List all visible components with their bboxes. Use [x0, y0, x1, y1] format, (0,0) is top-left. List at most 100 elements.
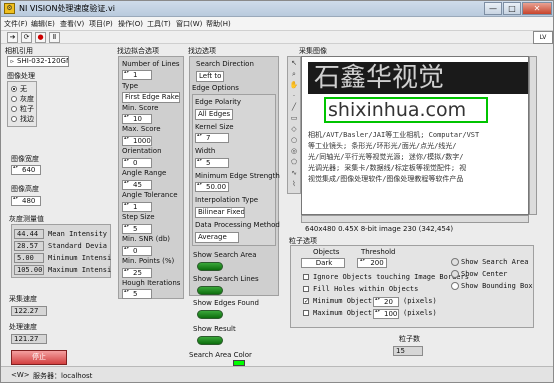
width-input[interactable]: 5 — [195, 158, 229, 168]
threshold-input[interactable]: 200 — [357, 258, 387, 268]
gray-max-value: 105.00 — [14, 265, 44, 275]
field-min-points-input[interactable]: 25 — [122, 268, 152, 278]
pause-icon[interactable]: Ⅱ — [49, 32, 60, 43]
menu-operate[interactable]: 操作(O) — [118, 19, 143, 29]
image-vertical-scrollbar[interactable] — [529, 56, 537, 215]
min-edge-strength-label: Minimum Edge Strength — [195, 172, 280, 180]
field-angle-tolerance-input[interactable]: 1 — [122, 202, 152, 212]
field-number-of-lines-input[interactable]: 1 — [122, 70, 152, 80]
radio-none-label: 无 — [20, 85, 27, 93]
search-direction-select[interactable]: Left to — [196, 71, 224, 82]
show-result-toggle[interactable] — [197, 336, 223, 345]
image-height-input[interactable]: 480 — [11, 196, 41, 206]
run-arrow-icon[interactable]: ➔ — [7, 32, 18, 43]
camera-label: 相机引用 — [5, 47, 33, 55]
find-options-cluster: Search Direction Left to Edge Options Ed… — [189, 56, 280, 296]
min-edge-strength-input[interactable]: 50.00 — [195, 182, 229, 192]
maximize-button[interactable]: □ — [503, 2, 521, 15]
max-size-input[interactable]: 100 — [373, 309, 399, 319]
menu-edit[interactable]: 编辑(E) — [31, 19, 55, 29]
zoom-tool-icon[interactable]: ⌕ — [289, 70, 299, 80]
field-min-snr-input[interactable]: 0 — [122, 246, 152, 256]
server-label: 服务器：localhost — [33, 372, 93, 380]
show-search-area-toggle[interactable] — [197, 262, 223, 271]
show-result-label: Show Result — [193, 325, 236, 333]
show-search-area-led[interactable] — [451, 258, 459, 266]
radio-none[interactable] — [11, 86, 17, 92]
menu-window[interactable]: 窗口(W) — [176, 19, 202, 29]
field-max-score-input[interactable]: 1000 — [122, 136, 152, 146]
show-edges-found-label: Show Edges Found — [193, 299, 259, 307]
menu-tools[interactable]: 工具(T) — [147, 19, 171, 29]
status-bar: <W> 服务器：localhost — [1, 366, 553, 382]
search-direction-label: Search Direction — [196, 60, 254, 68]
image-width-input[interactable]: 640 — [11, 165, 41, 175]
image-horizontal-scrollbar[interactable] — [301, 215, 529, 223]
vi-icon: LV — [533, 31, 553, 44]
field-step-size-input[interactable]: 5 — [122, 224, 152, 234]
rotated-rect-tool-icon[interactable]: ◇ — [289, 125, 299, 135]
objects-label: Objects — [313, 248, 340, 256]
menu-help[interactable]: 帮助(H) — [206, 19, 231, 29]
particle-options-cluster: Objects Dark Threshold 200 Ignore Object… — [290, 245, 534, 328]
field-hough-iterations-input[interactable]: 5 — [122, 289, 152, 299]
image-tool-palette: ↖ ⌕ ✋ · ╱ ▭ ◇ ○ ◎ ⬠ ∿ ⌇ — [287, 56, 301, 194]
abort-icon[interactable]: ● — [35, 32, 46, 43]
show-edges-found-toggle[interactable] — [197, 310, 223, 319]
fill-holes-checkbox[interactable] — [303, 286, 309, 292]
close-button[interactable]: ✕ — [522, 2, 552, 15]
line-tool-icon[interactable]: ╱ — [289, 103, 299, 113]
field-orientation-input[interactable]: 0 — [122, 158, 152, 168]
radio-particle[interactable] — [11, 106, 17, 112]
oval-tool-icon[interactable]: ○ — [289, 136, 299, 146]
objects-select[interactable]: Dark — [301, 258, 345, 268]
pan-tool-icon[interactable]: ✋ — [289, 81, 299, 91]
broken-line-tool-icon[interactable]: ⌇ — [289, 180, 299, 190]
show-center-led[interactable] — [451, 270, 459, 278]
annulus-tool-icon[interactable]: ◎ — [289, 147, 299, 157]
run-continuous-icon[interactable]: ⟳ — [21, 32, 32, 43]
title-bar: ⚙ NI VISION处理速度验证.vi — □ ✕ — [1, 1, 553, 17]
particle-count-label: 粒子数 — [399, 335, 420, 343]
field-angle-range-input[interactable]: 45 — [122, 180, 152, 190]
edge-options-cluster: Edge Polarity All Edges Kernel Size 7 Wi… — [192, 94, 280, 246]
edge-polarity-select[interactable]: All Edges — [195, 109, 233, 120]
rectangle-tool-icon[interactable]: ▭ — [289, 114, 299, 124]
image-text-line: 等工业镜头; 条形光/环形光/面光/点光/线光/ — [308, 142, 457, 150]
image-display[interactable]: 石鑫华视觉 shixinhua.com 相机/AVT/Basler/JAI等工业… — [301, 56, 529, 215]
camera-select[interactable]: ⊳ SHI-032-120GM — [7, 56, 69, 67]
labview-app-icon: ⚙ — [4, 3, 15, 14]
search-area-color-label: Search Area Color — [189, 351, 252, 359]
min-size-input[interactable]: 20 — [373, 297, 399, 307]
minimize-button[interactable]: — — [484, 2, 502, 15]
gray-mean-name: Mean Intensity — [48, 230, 108, 238]
data-processing-label: Data Processing Method — [195, 221, 280, 229]
menu-view[interactable]: 查看(V) — [60, 19, 84, 29]
max-size-checkbox[interactable] — [303, 310, 309, 316]
pointer-tool-icon[interactable]: ↖ — [289, 59, 299, 69]
data-processing-select[interactable]: Average — [195, 232, 239, 243]
gray-min-name: Minimum Intensi — [48, 254, 112, 262]
polygon-tool-icon[interactable]: ⬠ — [289, 158, 299, 168]
image-url-text: shixinhua.com — [328, 99, 467, 121]
kernel-size-input[interactable]: 7 — [195, 133, 229, 143]
show-bounding-box-led[interactable] — [451, 282, 459, 290]
radio-edge[interactable] — [11, 116, 17, 122]
radio-edge-label: 找边 — [20, 115, 34, 123]
ignore-border-checkbox[interactable] — [303, 274, 309, 280]
min-size-checkbox[interactable]: ✓ — [303, 298, 309, 305]
field-min-score-input[interactable]: 10 — [122, 114, 152, 124]
front-panel: 相机引用 ⊳ SHI-032-120GM 图像处理 无 灰度 粒子 找边 图像宽… — [1, 44, 553, 366]
menu-file[interactable]: 文件(F) — [4, 19, 28, 29]
show-search-area-label: Show Search Area — [193, 251, 257, 259]
point-tool-icon[interactable]: · — [289, 92, 299, 102]
freehand-tool-icon[interactable]: ∿ — [289, 169, 299, 179]
interpolation-type-select[interactable]: Bilinear Fixed — [195, 207, 245, 218]
field-min-score-label: Min. Score — [122, 104, 159, 112]
show-search-lines-toggle[interactable] — [197, 286, 223, 295]
field-type-select[interactable]: First Edge Rake — [122, 92, 180, 103]
interpolation-type-label: Interpolation Type — [195, 196, 259, 204]
radio-gray[interactable] — [11, 96, 17, 102]
menu-project[interactable]: 项目(P) — [89, 19, 113, 29]
stop-button[interactable]: 停止 — [11, 350, 67, 365]
